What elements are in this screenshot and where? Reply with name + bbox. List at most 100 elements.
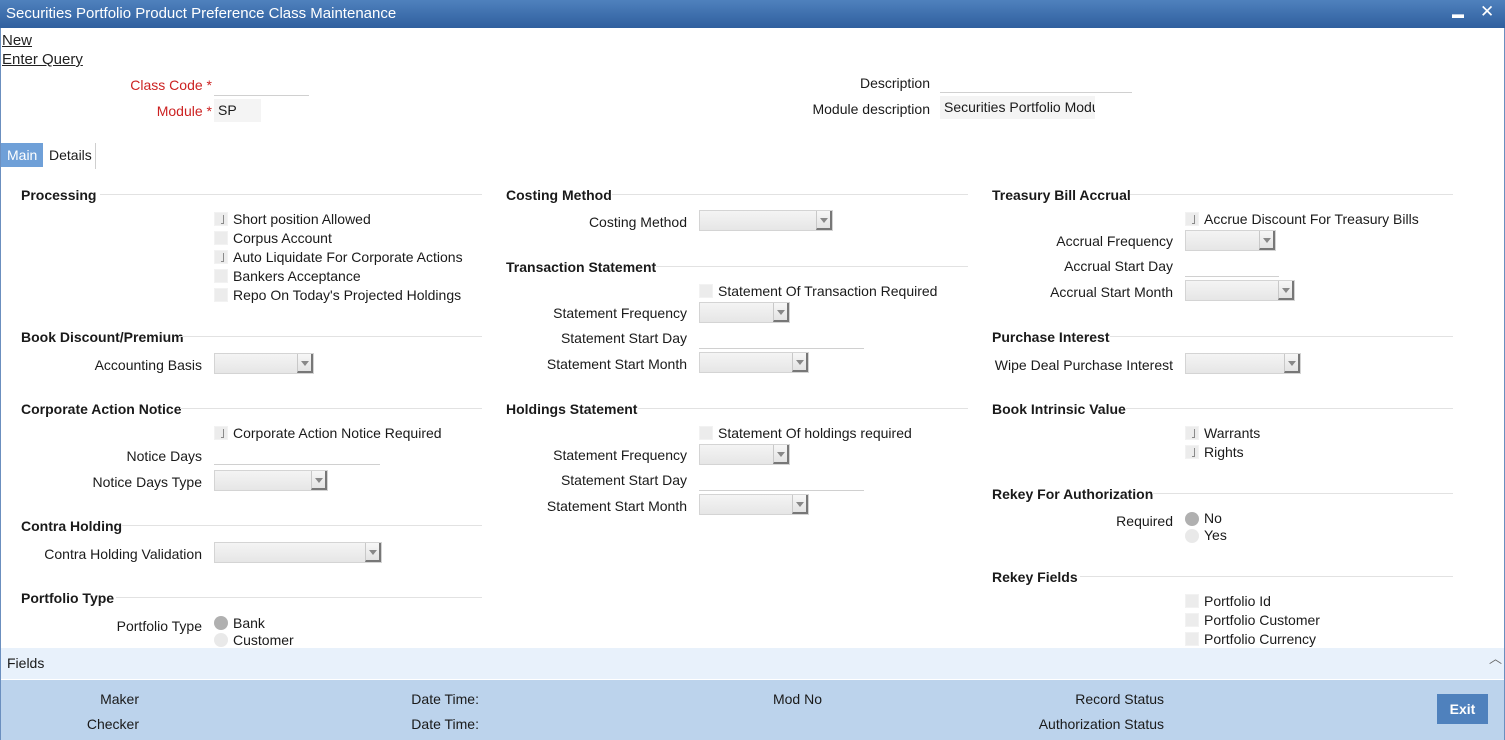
tab-main[interactable]: Main xyxy=(1,143,44,167)
mod-no-label: Mod No xyxy=(772,691,822,707)
warrants-label: Warrants xyxy=(1204,425,1261,441)
costing-method-select[interactable] xyxy=(699,210,833,231)
accrual-start-day-label: Accrual Start Day xyxy=(1064,258,1173,274)
accrual-start-month-select[interactable] xyxy=(1185,280,1295,301)
portfolio-type-title: Portfolio Type xyxy=(21,590,115,606)
auto-liquidate-checkbox[interactable] xyxy=(214,250,228,264)
portfolio-type-bank-radio[interactable] xyxy=(214,616,228,630)
holdings-start-month-select[interactable] xyxy=(699,494,809,515)
portfolio-type-divider xyxy=(116,597,482,598)
tab-divider xyxy=(95,143,96,169)
notice-days-label: Notice Days xyxy=(126,448,202,464)
accrual-start-month-label: Accrual Start Month xyxy=(1050,284,1173,300)
portfolio-customer-label: Portfolio Customer xyxy=(1204,612,1320,628)
rekey-yes-label: Yes xyxy=(1204,527,1227,543)
accounting-basis-label: Accounting Basis xyxy=(94,357,202,373)
exit-button[interactable]: Exit xyxy=(1437,694,1488,724)
purchase-interest-title: Purchase Interest xyxy=(992,329,1110,345)
contra-holding-validation-select[interactable] xyxy=(214,542,382,563)
holdings-start-day-input[interactable] xyxy=(699,470,864,491)
close-icon[interactable]: ✕ xyxy=(1480,2,1494,22)
repo-projected-label: Repo On Today's Projected Holdings xyxy=(233,287,462,303)
checker-date-time-label: Date Time: xyxy=(411,716,479,732)
accrual-frequency-label: Accrual Frequency xyxy=(1056,233,1173,249)
rekey-no-radio[interactable] xyxy=(1185,512,1199,526)
chevron-down-icon xyxy=(311,471,327,490)
accrual-start-day-input[interactable] xyxy=(1185,256,1279,277)
corpus-account-checkbox[interactable] xyxy=(214,231,228,245)
holdings-frequency-select[interactable] xyxy=(699,444,790,465)
transaction-start-day-label: Statement Start Day xyxy=(560,330,687,346)
costing-method-label: Costing Method xyxy=(588,214,687,230)
wipe-purchase-interest-label: Wipe Deal Purchase Interest xyxy=(994,357,1173,373)
description-input[interactable] xyxy=(940,72,1132,93)
rights-checkbox[interactable] xyxy=(1185,445,1199,459)
holdings-frequency-label: Statement Frequency xyxy=(553,447,687,463)
rekey-auth-divider xyxy=(1152,493,1453,494)
chevron-down-icon xyxy=(792,353,808,372)
wipe-purchase-interest-select[interactable] xyxy=(1185,353,1301,374)
transaction-statement-divider xyxy=(656,266,968,267)
portfolio-type-bank-label: Bank xyxy=(233,615,265,631)
holdings-start-month-label: Statement Start Month xyxy=(546,498,687,514)
transaction-statement-checkbox[interactable] xyxy=(699,284,713,298)
transaction-statement-title: Transaction Statement xyxy=(506,259,657,275)
portfolio-customer-checkbox[interactable] xyxy=(1185,613,1199,627)
corporate-action-title: Corporate Action Notice xyxy=(21,401,182,417)
fields-bar[interactable]: Fields ︿ xyxy=(1,648,1504,679)
module-description-label: Module description xyxy=(812,101,930,117)
bankers-acceptance-checkbox[interactable] xyxy=(214,269,228,283)
notice-days-input[interactable] xyxy=(214,444,380,465)
processing-divider xyxy=(100,194,482,195)
accrue-discount-label: Accrue Discount For Treasury Bills xyxy=(1204,211,1419,227)
class-code-input[interactable] xyxy=(214,75,309,96)
rekey-no-label: No xyxy=(1204,510,1222,526)
fields-label[interactable]: Fields xyxy=(7,655,44,671)
transaction-statement-required-label: Statement Of Transaction Required xyxy=(718,283,938,299)
transaction-start-month-select[interactable] xyxy=(699,352,809,373)
short-position-checkbox[interactable] xyxy=(214,212,228,226)
costing-method-title: Costing Method xyxy=(506,187,612,203)
accounting-basis-select[interactable] xyxy=(214,353,314,374)
contra-holding-title: Contra Holding xyxy=(21,518,123,534)
rekey-yes-radio[interactable] xyxy=(1185,529,1199,543)
chevron-down-icon xyxy=(792,495,808,514)
portfolio-currency-checkbox[interactable] xyxy=(1185,632,1199,646)
maker-label: Maker xyxy=(100,691,139,707)
corporate-action-notice-checkbox[interactable] xyxy=(214,426,228,440)
enter-query-link[interactable]: Enter Query xyxy=(2,51,83,68)
chevron-down-icon xyxy=(297,354,313,373)
accrual-frequency-select[interactable] xyxy=(1185,230,1276,251)
rekey-required-label: Required xyxy=(1116,513,1173,529)
tab-details[interactable]: Details xyxy=(43,143,98,167)
window-border-left xyxy=(0,28,1,740)
treasury-divider xyxy=(1130,194,1453,195)
accrue-discount-checkbox[interactable] xyxy=(1185,212,1199,226)
book-discount-divider xyxy=(180,336,482,337)
short-position-label: Short position Allowed xyxy=(233,211,371,227)
new-link[interactable]: New xyxy=(2,32,32,49)
warrants-checkbox[interactable] xyxy=(1185,426,1199,440)
processing-title: Processing xyxy=(21,187,97,203)
chevron-down-icon xyxy=(816,211,832,230)
transaction-frequency-select[interactable] xyxy=(699,302,790,323)
holdings-start-day-label: Statement Start Day xyxy=(560,472,687,488)
repo-projected-checkbox[interactable] xyxy=(214,288,228,302)
intrinsic-divider xyxy=(1126,408,1453,409)
portfolio-type-customer-radio[interactable] xyxy=(214,633,228,647)
holdings-statement-checkbox[interactable] xyxy=(699,426,713,440)
chevron-up-icon[interactable]: ︿ xyxy=(1489,648,1502,667)
purchase-interest-divider xyxy=(1110,336,1453,337)
audit-footer: Maker Checker Date Time: Date Time: Mod … xyxy=(1,680,1504,740)
notice-days-type-select[interactable] xyxy=(214,470,328,491)
transaction-start-day-input[interactable] xyxy=(699,328,864,349)
chevron-down-icon xyxy=(1278,281,1294,300)
module-field[interactable]: SP xyxy=(214,99,261,122)
minimize-icon[interactable]: ▬ xyxy=(1452,7,1464,21)
transaction-start-month-label: Statement Start Month xyxy=(546,356,687,372)
portfolio-id-checkbox[interactable] xyxy=(1185,594,1199,608)
auto-liquidate-label: Auto Liquidate For Corporate Actions xyxy=(233,249,463,265)
portfolio-type-label: Portfolio Type xyxy=(116,618,202,634)
portfolio-id-label: Portfolio Id xyxy=(1204,593,1271,609)
module-description-field[interactable]: Securities Portfolio Modul xyxy=(940,96,1095,119)
